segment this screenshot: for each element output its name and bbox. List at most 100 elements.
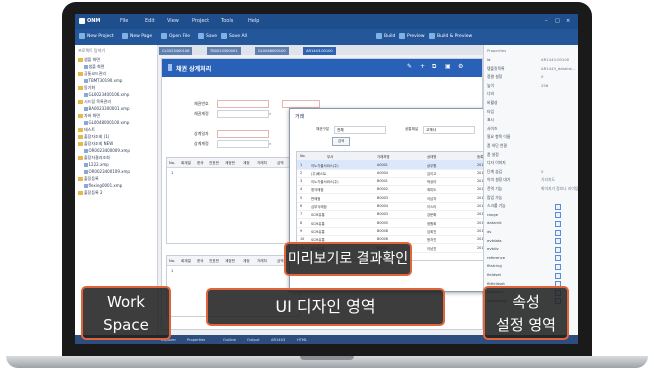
property-value[interactable]: 0 [541, 169, 543, 174]
edit-icon[interactable]: ✎ [407, 63, 412, 70]
save-all-icon [221, 33, 227, 39]
preview-button[interactable]: Preview [407, 34, 425, 39]
tree-item[interactable]: OR0023400009.xmp [84, 148, 130, 153]
build-preview-icon [429, 33, 435, 39]
tree-item[interactable]: BA0023300001.xmp [84, 106, 130, 111]
build-button[interactable]: Build [384, 34, 395, 39]
save-button[interactable]: Save [206, 34, 217, 39]
menu-view[interactable]: View [167, 18, 179, 24]
tree-item[interactable]: TBMT30190.xmp [84, 78, 122, 83]
editor-tab[interactable]: CL0023400106 [159, 47, 193, 55]
property-checkbox[interactable] [555, 212, 561, 219]
property-name: fieldset [487, 272, 501, 277]
grid-col: 거래처 [257, 258, 267, 263]
bond-range-input[interactable] [282, 100, 320, 108]
properties-title: Properties [487, 48, 507, 53]
grid-col: 금액 [277, 258, 284, 263]
editor-tab-bar: CL0023400106 TB0023300001 GL0048000100 A… [157, 45, 483, 55]
new-page-button[interactable]: New Page [130, 34, 152, 39]
property-name: 높이 [487, 82, 494, 88]
open-file-button[interactable]: Open File [169, 34, 190, 39]
property-checkbox[interactable] [555, 229, 561, 236]
menu-project[interactable]: Project [192, 18, 209, 24]
tree-item[interactable]: 출장자조회 (1) [78, 134, 109, 140]
header-marker-icon [168, 64, 172, 71]
preview-icon [399, 33, 405, 39]
property-checkbox[interactable] [555, 263, 561, 270]
folder-icon [78, 58, 83, 62]
property-checkbox[interactable] [555, 255, 561, 262]
label-offset-date: 상계일자 [194, 131, 209, 136]
tree-item[interactable]: 테스트 [78, 127, 95, 133]
delete-icon[interactable]: ▣ [445, 63, 451, 70]
property-checkbox[interactable] [555, 220, 561, 227]
new-project-button[interactable]: New Project [87, 34, 114, 39]
tree-item[interactable]: 출장자조회 NEW [78, 141, 113, 147]
add-icon[interactable]: + [420, 63, 425, 70]
bond-account-input[interactable] [217, 110, 269, 118]
tree-item[interactable]: GL0023400106.xmp [84, 92, 129, 97]
status-tab[interactable]: AR1443 [271, 338, 285, 342]
status-tab[interactable]: Properties [187, 338, 205, 342]
grid-col: 계정 [243, 258, 250, 263]
tree-item[interactable]: 시드링 목록관리 [78, 99, 111, 105]
build-preview-button[interactable]: Build & Preview [437, 34, 472, 39]
bond-no-input[interactable] [217, 100, 269, 108]
filter1-select[interactable]: 전체 [334, 126, 386, 134]
search-icon[interactable]: ⌕ [269, 111, 271, 116]
property-checkbox[interactable] [555, 203, 561, 210]
property-name: evtdata [487, 237, 502, 243]
tree-item[interactable]: 샘플 화면 [84, 64, 105, 70]
tree-item[interactable]: 출장자결과조회 [78, 155, 110, 161]
close-icon[interactable]: × [566, 18, 570, 24]
tree-item[interactable]: 동기화 [78, 85, 95, 91]
status-tab[interactable]: HTML [297, 338, 307, 342]
tree-item[interactable]: GL0048000100.xmp [84, 120, 129, 125]
tree-item[interactable]: 샘플 화면 [78, 57, 100, 63]
folder-icon [78, 156, 83, 160]
grid-col: 계정번 [225, 160, 235, 165]
property-name: reference [487, 254, 506, 260]
tree-item[interactable]: flexing0001.xmp [84, 183, 122, 188]
tree-item[interactable]: 출장등록 2 [78, 190, 103, 196]
tree-item[interactable]: 자바 화면 [78, 113, 100, 119]
property-name: 정렬 설정 [487, 74, 503, 80]
upper-data-grid[interactable]: No. 회계일 한국 전표번 계정번 계정 거래처 금액 1 [166, 157, 300, 244]
save-all-button[interactable]: Save All [229, 34, 247, 39]
copy-icon[interactable]: ⧉ [432, 63, 436, 71]
search-icon[interactable]: ⌕ [269, 141, 271, 146]
tree-item[interactable]: 공통코드관리 [78, 71, 106, 77]
tree-item[interactable]: 출장등록 [78, 176, 99, 182]
tree-item[interactable]: OR0023400109.xmp [84, 169, 130, 174]
editor-tab[interactable]: GL0048000100 [255, 47, 289, 55]
menu-tools[interactable]: Tools [221, 18, 233, 24]
dialog-search-button[interactable]: 검색 [332, 137, 350, 146]
filter2-select[interactable]: 고객사 [423, 126, 475, 134]
property-value[interactable]: AR1443_datalist... [541, 66, 576, 71]
editor-tab[interactable]: TB0023300001 [207, 47, 241, 55]
property-value[interactable]: AR1443.00100 [541, 57, 569, 62]
status-tab[interactable]: Output [247, 338, 259, 342]
property-checkbox[interactable] [555, 272, 561, 279]
minimize-icon[interactable]: – [545, 18, 548, 24]
property-checkbox[interactable] [555, 246, 561, 253]
property-name: ds [487, 229, 492, 234]
menu-edit[interactable]: Edit [145, 18, 155, 24]
settings-icon[interactable]: ⚙ [458, 63, 463, 70]
offset-date-input[interactable] [217, 130, 269, 138]
offset-account-input[interactable] [217, 140, 269, 148]
property-value[interactable]: 기리지도 [541, 177, 555, 183]
app-logo-label: ONM [87, 18, 101, 24]
property-value[interactable]: 화이지기 정보나 라이팅 [541, 186, 578, 192]
menu-help[interactable]: Help [248, 18, 259, 24]
maximize-icon[interactable]: □ [555, 18, 560, 24]
editor-tab-active[interactable]: AR1443.00100 [303, 47, 336, 55]
folder-icon [78, 114, 83, 118]
property-checkbox[interactable] [555, 238, 561, 245]
status-tab[interactable]: Outline [223, 338, 236, 342]
property-value[interactable]: 258 [541, 83, 548, 88]
menu-file[interactable]: File [120, 18, 128, 24]
property-name: 전역 기능 [487, 186, 503, 191]
tree-item[interactable]: 1222.xmp [84, 162, 109, 167]
property-value[interactable]: 0 [541, 74, 543, 79]
